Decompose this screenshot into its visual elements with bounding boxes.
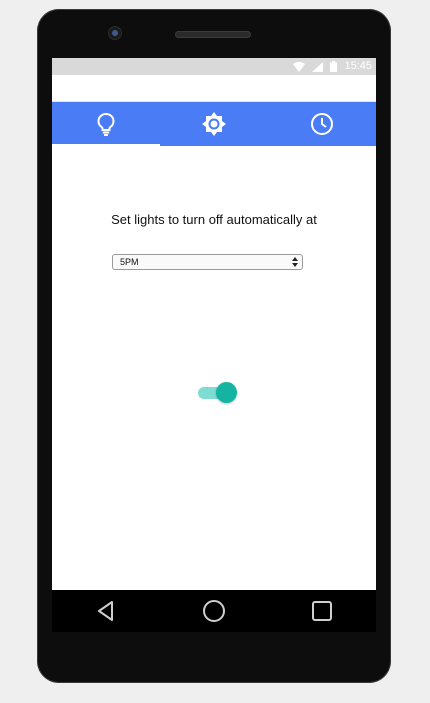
app-header-spacer: [52, 75, 376, 102]
home-icon: [203, 600, 225, 622]
camera-icon: [109, 27, 121, 39]
tab-schedule[interactable]: [268, 102, 376, 146]
home-button[interactable]: [194, 591, 234, 631]
status-icons: 15:45: [293, 59, 372, 74]
time-select[interactable]: 5PM: [112, 254, 303, 270]
time-select-value: 5PM: [120, 257, 139, 267]
back-icon: [98, 601, 113, 621]
recents-button[interactable]: [302, 591, 342, 631]
recents-icon: [312, 601, 332, 621]
status-time: 15:45: [344, 60, 372, 72]
tab-brightness[interactable]: [160, 102, 268, 146]
tab-bar: [52, 102, 376, 146]
status-bar: 15:45: [52, 58, 376, 75]
toggle-knob: [216, 382, 237, 403]
battery-icon: [330, 61, 338, 72]
app-screen: 15:45 Set lights to turn off automatical…: [52, 58, 376, 590]
system-nav-bar: [52, 590, 376, 632]
signal-icon: [312, 61, 324, 72]
phone-frame: 15:45 Set lights to turn off automatical…: [37, 9, 391, 683]
back-button[interactable]: [86, 591, 126, 631]
select-arrows-icon: [292, 257, 298, 267]
clock-icon: [311, 113, 333, 135]
auto-off-toggle[interactable]: [198, 382, 238, 404]
brightness-icon: [202, 112, 226, 136]
wifi-icon: [293, 61, 306, 72]
speaker-grille: [175, 31, 251, 38]
tab-lights[interactable]: [52, 102, 160, 146]
auto-off-label: Set lights to turn off automatically at: [111, 212, 317, 227]
lightbulb-icon: [97, 112, 115, 136]
